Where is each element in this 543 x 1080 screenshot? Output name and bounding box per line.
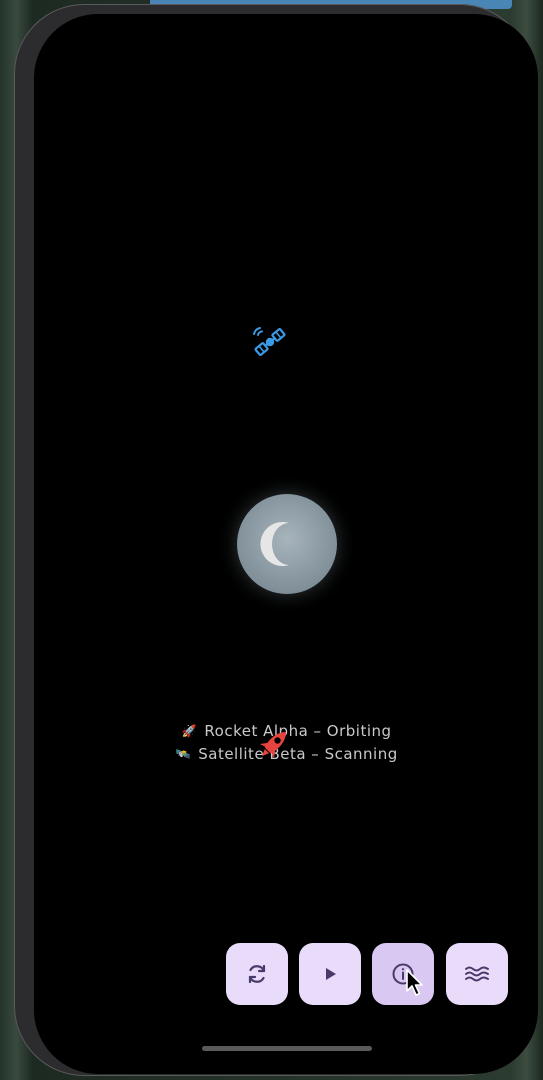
rocket-icon [259, 731, 287, 759]
play-icon [326, 968, 336, 980]
app-screen: 🚀 Rocket Alpha – Orbiting 🛰️ Satellite Bet… [34, 14, 538, 1074]
home-indicator[interactable] [202, 1046, 372, 1051]
moon-planet [237, 494, 337, 594]
rocket-emoji: 🚀 [181, 724, 198, 738]
refresh-button[interactable] [226, 943, 288, 1005]
waves-icon [465, 966, 489, 982]
phone-frame: 🚀 Rocket Alpha – Orbiting 🛰️ Satellite Bet… [14, 4, 538, 1076]
status-rocket-text: Rocket Alpha – Orbiting [204, 722, 392, 740]
status-satellite-text: Satellite Beta – Scanning [198, 745, 398, 763]
refresh-icon [248, 964, 266, 984]
satellite-icon [253, 327, 286, 357]
moon-icon [260, 522, 289, 566]
mouse-cursor-icon [406, 969, 423, 996]
waves-button[interactable] [446, 943, 508, 1005]
satellite-emoji: 🛰️ [175, 747, 191, 761]
play-button[interactable] [299, 943, 361, 1005]
